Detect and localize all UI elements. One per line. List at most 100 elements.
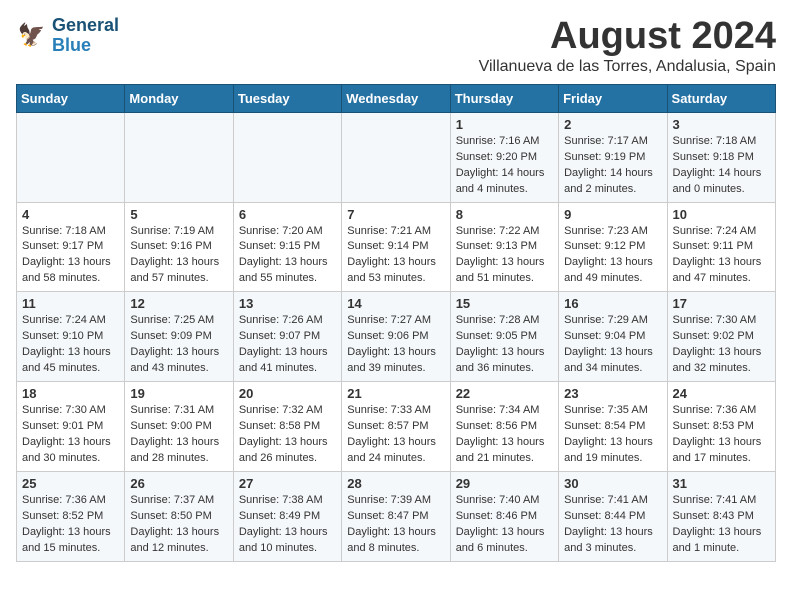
calendar-cell: 1Sunrise: 7:16 AMSunset: 9:20 PMDaylight… xyxy=(450,112,558,202)
calendar-cell: 17Sunrise: 7:30 AMSunset: 9:02 PMDayligh… xyxy=(667,292,775,382)
calendar-cell: 13 Sunrise: 7:26 AMSunset: 9:07 PMDayligh… xyxy=(233,292,341,382)
day-number: 29 xyxy=(456,476,553,491)
day-number: 17 xyxy=(673,296,770,311)
logo-text: General Blue xyxy=(52,16,119,56)
weekday-header-thursday: Thursday xyxy=(450,84,558,112)
day-number: 22 xyxy=(456,386,553,401)
day-number: 8 xyxy=(456,207,553,222)
day-number: 26 xyxy=(130,476,227,491)
calendar-cell xyxy=(125,112,233,202)
day-number: 14 xyxy=(347,296,444,311)
day-number: 30 xyxy=(564,476,661,491)
day-content: Sunrise: 7:32 AMSunset: 8:58 PMDaylight:… xyxy=(239,403,336,467)
day-content: Sunrise: 7:27 AMSunset: 9:06 PMDaylight:… xyxy=(347,313,444,377)
calendar-cell: 29 Sunrise: 7:40 AMSunset: 8:46 PMDayligh… xyxy=(450,471,558,561)
weekday-header-tuesday: Tuesday xyxy=(233,84,341,112)
logo-icon: 🦅 xyxy=(16,20,48,52)
day-number: 10 xyxy=(673,207,770,222)
calendar-cell xyxy=(342,112,450,202)
calendar-cell: 24Sunrise: 7:36 AMSunset: 8:53 PMDayligh… xyxy=(667,382,775,472)
day-number: 13 xyxy=(239,296,336,311)
weekday-header-monday: Monday xyxy=(125,84,233,112)
calendar-cell: 20Sunrise: 7:32 AMSunset: 8:58 PMDayligh… xyxy=(233,382,341,472)
day-content: Sunrise: 7:18 AMSunset: 9:17 PMDaylight:… xyxy=(22,224,119,288)
page-header: 🦅 General Blue August 2024 Villanueva de… xyxy=(16,16,776,76)
day-content: Sunrise: 7:41 AMSunset: 8:44 PMDaylight:… xyxy=(564,493,661,557)
calendar-week-4: 18 Sunrise: 7:30 AMSunset: 9:01 PMDayligh… xyxy=(17,382,776,472)
location-subtitle: Villanueva de las Torres, Andalusia, Spa… xyxy=(479,58,776,76)
day-number: 7 xyxy=(347,207,444,222)
calendar-cell: 28Sunrise: 7:39 AMSunset: 8:47 PMDayligh… xyxy=(342,471,450,561)
svg-text:🦅: 🦅 xyxy=(18,21,46,47)
calendar-cell: 19Sunrise: 7:31 AMSunset: 9:00 PMDayligh… xyxy=(125,382,233,472)
calendar-cell: 11 Sunrise: 7:24 AMSunset: 9:10 PMDayligh… xyxy=(17,292,125,382)
day-content: Sunrise: 7:29 AMSunset: 9:04 PMDaylight:… xyxy=(564,313,661,377)
day-content: Sunrise: 7:28 AMSunset: 9:05 PMDaylight:… xyxy=(456,313,553,377)
day-number: 5 xyxy=(130,207,227,222)
day-number: 23 xyxy=(564,386,661,401)
day-number: 15 xyxy=(456,296,553,311)
day-number: 11 xyxy=(22,296,119,311)
day-content: Sunrise: 7:40 AMSunset: 8:46 PMDaylight:… xyxy=(456,493,553,557)
calendar-cell xyxy=(233,112,341,202)
day-number: 21 xyxy=(347,386,444,401)
calendar-cell: 23Sunrise: 7:35 AMSunset: 8:54 PMDayligh… xyxy=(559,382,667,472)
calendar-cell: 21 Sunrise: 7:33 AMSunset: 8:57 PMDayligh… xyxy=(342,382,450,472)
day-content: Sunrise: 7:26 AMSunset: 9:07 PMDaylight:… xyxy=(239,313,336,377)
day-number: 12 xyxy=(130,296,227,311)
day-content: Sunrise: 7:31 AMSunset: 9:00 PMDaylight:… xyxy=(130,403,227,467)
day-number: 9 xyxy=(564,207,661,222)
calendar-cell: 30 Sunrise: 7:41 AMSunset: 8:44 PMDayligh… xyxy=(559,471,667,561)
day-content: Sunrise: 7:30 AMSunset: 9:01 PMDaylight:… xyxy=(22,403,119,467)
calendar-cell: 6 Sunrise: 7:20 AMSunset: 9:15 PMDaylight… xyxy=(233,202,341,292)
calendar-cell: 18 Sunrise: 7:30 AMSunset: 9:01 PMDayligh… xyxy=(17,382,125,472)
weekday-header-sunday: Sunday xyxy=(17,84,125,112)
day-number: 6 xyxy=(239,207,336,222)
day-content: Sunrise: 7:23 AMSunset: 9:12 PMDaylight:… xyxy=(564,224,661,288)
calendar-cell: 26 Sunrise: 7:37 AMSunset: 8:50 PMDayligh… xyxy=(125,471,233,561)
weekday-header-saturday: Saturday xyxy=(667,84,775,112)
day-content: Sunrise: 7:33 AMSunset: 8:57 PMDaylight:… xyxy=(347,403,444,467)
day-number: 1 xyxy=(456,117,553,132)
day-number: 18 xyxy=(22,386,119,401)
day-content: Sunrise: 7:21 AMSunset: 9:14 PMDaylight:… xyxy=(347,224,444,288)
calendar-cell: 4 Sunrise: 7:18 AMSunset: 9:17 PMDaylight… xyxy=(17,202,125,292)
day-content: Sunrise: 7:38 AMSunset: 8:49 PMDaylight:… xyxy=(239,493,336,557)
day-number: 25 xyxy=(22,476,119,491)
calendar-week-5: 25 Sunrise: 7:36 AMSunset: 8:52 PMDayligh… xyxy=(17,471,776,561)
weekday-header-friday: Friday xyxy=(559,84,667,112)
calendar-week-2: 4 Sunrise: 7:18 AMSunset: 9:17 PMDaylight… xyxy=(17,202,776,292)
month-year-title: August 2024 xyxy=(479,16,776,58)
day-content: Sunrise: 7:36 AMSunset: 8:52 PMDaylight:… xyxy=(22,493,119,557)
day-content: Sunrise: 7:20 AMSunset: 9:15 PMDaylight:… xyxy=(239,224,336,288)
calendar-cell: 25 Sunrise: 7:36 AMSunset: 8:52 PMDayligh… xyxy=(17,471,125,561)
calendar-cell: 7 Sunrise: 7:21 AMSunset: 9:14 PMDaylight… xyxy=(342,202,450,292)
calendar-cell: 12 Sunrise: 7:25 AMSunset: 9:09 PMDayligh… xyxy=(125,292,233,382)
calendar-cell: 10 Sunrise: 7:24 AMSunset: 9:11 PMDayligh… xyxy=(667,202,775,292)
calendar-cell: 31Sunrise: 7:41 AMSunset: 8:43 PMDayligh… xyxy=(667,471,775,561)
calendar-header: SundayMondayTuesdayWednesdayThursdayFrid… xyxy=(17,84,776,112)
calendar-cell: 22Sunrise: 7:34 AMSunset: 8:56 PMDayligh… xyxy=(450,382,558,472)
calendar-cell: 3Sunrise: 7:18 AMSunset: 9:18 PMDaylight… xyxy=(667,112,775,202)
calendar-cell: 2Sunrise: 7:17 AMSunset: 9:19 PMDaylight… xyxy=(559,112,667,202)
day-content: Sunrise: 7:24 AMSunset: 9:11 PMDaylight:… xyxy=(673,224,770,288)
day-number: 4 xyxy=(22,207,119,222)
day-number: 31 xyxy=(673,476,770,491)
day-content: Sunrise: 7:24 AMSunset: 9:10 PMDaylight:… xyxy=(22,313,119,377)
day-content: Sunrise: 7:17 AMSunset: 9:19 PMDaylight:… xyxy=(564,134,661,198)
calendar-cell: 9 Sunrise: 7:23 AMSunset: 9:12 PMDaylight… xyxy=(559,202,667,292)
calendar-cell: 16 Sunrise: 7:29 AMSunset: 9:04 PMDayligh… xyxy=(559,292,667,382)
day-content: Sunrise: 7:19 AMSunset: 9:16 PMDaylight:… xyxy=(130,224,227,288)
calendar-week-3: 11 Sunrise: 7:24 AMSunset: 9:10 PMDayligh… xyxy=(17,292,776,382)
calendar-week-1: 1Sunrise: 7:16 AMSunset: 9:20 PMDaylight… xyxy=(17,112,776,202)
logo: 🦅 General Blue xyxy=(16,16,119,56)
day-content: Sunrise: 7:22 AMSunset: 9:13 PMDaylight:… xyxy=(456,224,553,288)
day-number: 16 xyxy=(564,296,661,311)
day-content: Sunrise: 7:25 AMSunset: 9:09 PMDaylight:… xyxy=(130,313,227,377)
calendar-body: 1Sunrise: 7:16 AMSunset: 9:20 PMDaylight… xyxy=(17,112,776,561)
day-number: 27 xyxy=(239,476,336,491)
calendar-cell xyxy=(17,112,125,202)
calendar-cell: 14 Sunrise: 7:27 AMSunset: 9:06 PMDayligh… xyxy=(342,292,450,382)
day-content: Sunrise: 7:37 AMSunset: 8:50 PMDaylight:… xyxy=(130,493,227,557)
calendar-cell: 8 Sunrise: 7:22 AMSunset: 9:13 PMDaylight… xyxy=(450,202,558,292)
